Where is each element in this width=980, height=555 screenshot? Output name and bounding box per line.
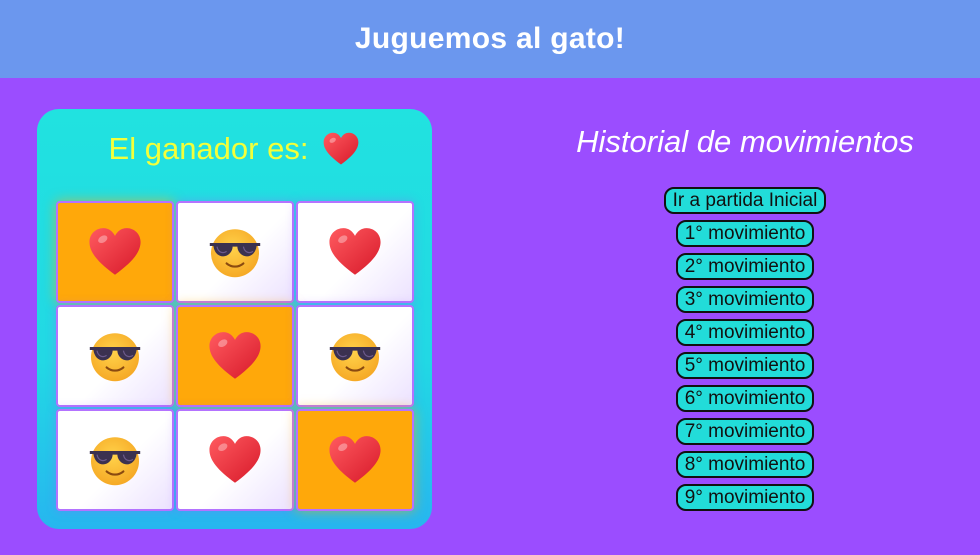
go-to-move-3-button[interactable]: 3° movimiento [675,286,815,313]
winner-label: El ganador es: [108,131,309,166]
sunglasses-face-icon [325,329,385,383]
go-to-move-5-button[interactable]: 5° movimiento [675,352,815,379]
winner-status: El ganador es: [37,131,432,167]
winner-heart-icon [322,132,360,166]
board-cell-8[interactable] [176,409,294,511]
board-cell-4[interactable] [56,305,174,407]
heart-icon [207,435,263,485]
history-item: Ir a partida Inicial [663,187,827,214]
page-title: Juguemos al gato! [354,22,626,55]
game-panel: El ganador es: [37,109,432,529]
history-item: 9° movimiento [675,484,815,511]
go-to-move-1-button[interactable]: 1° movimiento [675,220,815,247]
history-item: 7° movimiento [675,418,815,445]
go-to-move-6-button[interactable]: 6° movimiento [675,385,815,412]
go-to-move-9-button[interactable]: 9° movimiento [675,484,815,511]
heart-icon [327,435,383,485]
history-item: 3° movimiento [675,286,815,313]
go-to-start-button[interactable]: Ir a partida Inicial [663,187,827,214]
go-to-move-2-button[interactable]: 2° movimiento [675,253,815,280]
heart-icon [87,227,143,277]
history-item: 4° movimiento [675,319,815,346]
go-to-move-8-button[interactable]: 8° movimiento [675,451,815,478]
sunglasses-face-icon [205,225,265,279]
board-cell-3[interactable] [296,201,414,303]
board-cell-6[interactable] [296,305,414,407]
board-cell-2[interactable] [176,201,294,303]
history-item: 5° movimiento [675,352,815,379]
board-cell-9[interactable] [296,409,414,511]
history-item: 8° movimiento [675,451,815,478]
board-cell-1[interactable] [56,201,174,303]
history-title: Historial de movimientos [576,124,914,159]
game-board [55,200,415,513]
go-to-move-7-button[interactable]: 7° movimiento [675,418,815,445]
move-history-list: Ir a partida Inicial 1° movimiento 2° movi… [510,187,980,517]
heart-icon [207,331,263,381]
history-item: 2° movimiento [675,253,815,280]
sunglasses-face-icon [85,329,145,383]
app-header: Juguemos al gato! [0,0,980,78]
heart-icon [327,227,383,277]
go-to-move-4-button[interactable]: 4° movimiento [675,319,815,346]
sunglasses-face-icon [85,433,145,487]
board-cell-5[interactable] [176,305,294,407]
history-item: 6° movimiento [675,385,815,412]
history-item: 1° movimiento [675,220,815,247]
board-cell-7[interactable] [56,409,174,511]
